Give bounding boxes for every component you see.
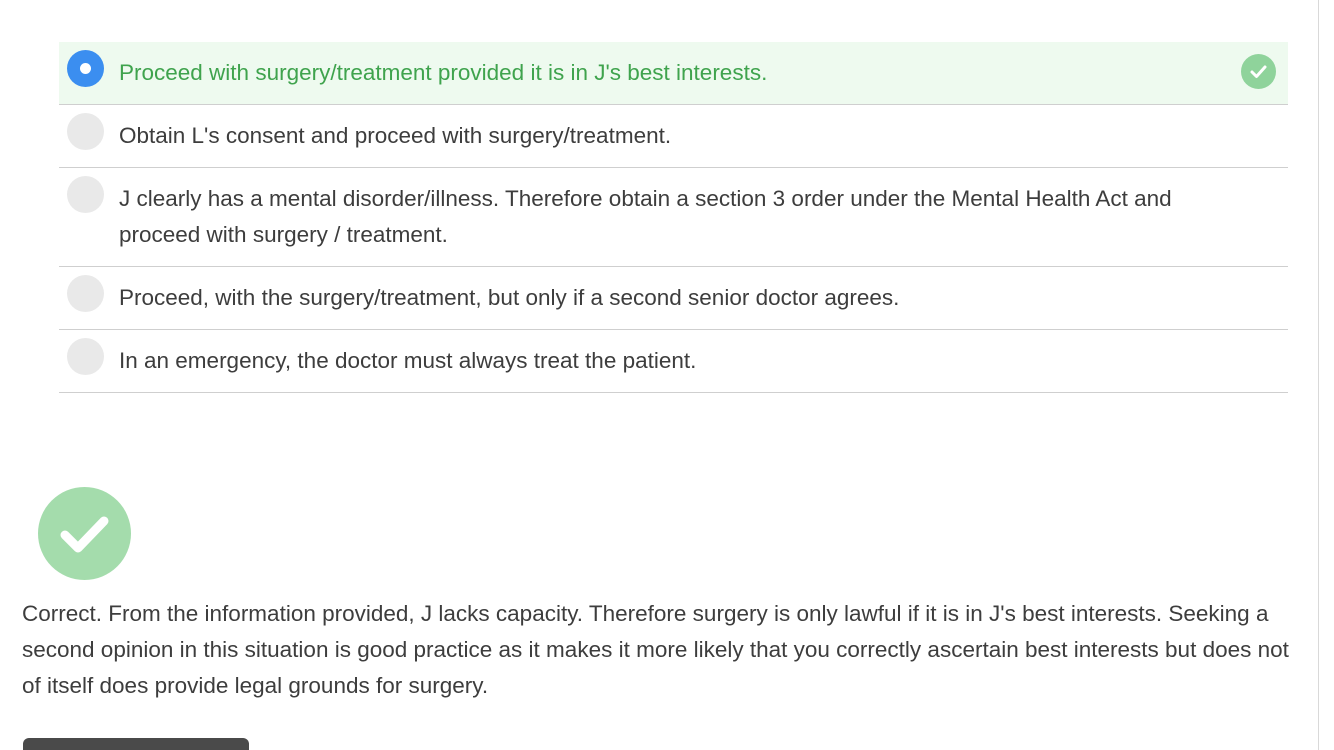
radio-button[interactable] bbox=[67, 176, 104, 213]
answer-option-label: In an emergency, the doctor must always … bbox=[119, 348, 697, 373]
feedback-explanation: Correct. From the information provided, … bbox=[22, 601, 1289, 698]
answer-option[interactable]: Obtain L's consent and proceed with surg… bbox=[59, 105, 1288, 168]
radio-button[interactable] bbox=[67, 338, 104, 375]
answer-option[interactable]: Proceed with surgery/treatment provided … bbox=[59, 42, 1288, 105]
radio-button[interactable] bbox=[67, 113, 104, 150]
radio-button[interactable] bbox=[67, 275, 104, 312]
page-border bbox=[1318, 0, 1319, 750]
answer-option-label: Proceed with surgery/treatment provided … bbox=[119, 60, 768, 85]
answer-option[interactable]: J clearly has a mental disorder/illness.… bbox=[59, 168, 1288, 267]
answer-options-list: Proceed with surgery/treatment provided … bbox=[59, 42, 1288, 393]
answer-option-label: J clearly has a mental disorder/illness.… bbox=[119, 186, 1172, 247]
checkmark-icon bbox=[38, 487, 131, 580]
answer-option[interactable]: In an emergency, the doctor must always … bbox=[59, 330, 1288, 393]
radio-button-selected[interactable] bbox=[67, 50, 104, 87]
answer-option-label: Obtain L's consent and proceed with surg… bbox=[119, 123, 672, 148]
quiz-page: Proceed with surgery/treatment provided … bbox=[0, 0, 1334, 750]
correct-answer-check-icon bbox=[1241, 54, 1276, 89]
answer-option[interactable]: Proceed, with the surgery/treatment, but… bbox=[59, 267, 1288, 330]
answer-option-label: Proceed, with the surgery/treatment, but… bbox=[119, 285, 900, 310]
continue-button[interactable] bbox=[23, 738, 249, 750]
